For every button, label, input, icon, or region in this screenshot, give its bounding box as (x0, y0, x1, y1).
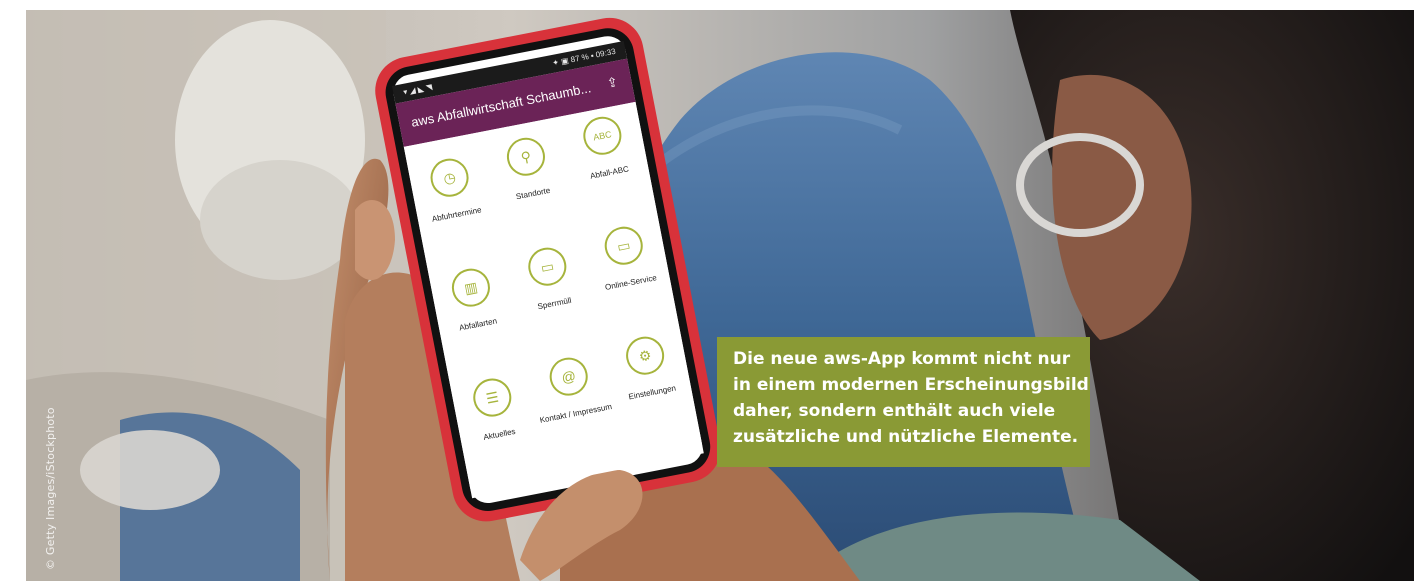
caption-line: Die neue aws-App kommt nicht nur (733, 349, 1071, 369)
tile-standorte[interactable]: ⚲ Standorte (484, 131, 572, 207)
news-icon: ☰ (470, 375, 515, 420)
tile-label: Abfallarten (458, 316, 498, 333)
gear-icon: ⚙ (622, 333, 668, 378)
share-icon[interactable]: ⇪ (602, 72, 623, 93)
photo-credit: © Getty Images/iStockphoto (44, 407, 57, 570)
clock-icon: ◷ (427, 155, 472, 200)
abc-icon: ABC (580, 113, 625, 159)
tile-abfall-abc[interactable]: ABC Abfall-ABC (560, 110, 648, 186)
trash-bin-icon: ▥ (448, 265, 494, 310)
tile-sperrmuell[interactable]: ▭ Sperrmüll (505, 241, 593, 317)
tile-label: Standorte (515, 185, 551, 202)
tile-label: Abfuhrtermine (431, 205, 483, 224)
tile-label: Sperrmüll (536, 295, 573, 312)
photo-scene: ▾ ◢ ◣ ◥ ✦ ▣ 87 % ▪ 09:33 aws Abfallwirts… (0, 0, 1420, 581)
tile-kontakt-impressum[interactable]: @ Kontakt / Impressum (527, 351, 615, 427)
tile-einstellungen[interactable]: ⚙ Einstellungen (603, 330, 691, 406)
caption-box: Die neue aws-App kommt nicht nur in eine… (717, 337, 1090, 467)
location-pin-icon: ⚲ (503, 134, 549, 180)
tile-aktuelles[interactable]: ☰ Aktuelles (450, 371, 538, 447)
sofa-icon: ▭ (525, 244, 570, 289)
caption-line: daher, sondern enthält auch viele (733, 401, 1056, 421)
tile-label: Online-Service (604, 273, 658, 292)
tile-label: Abfall-ABC (589, 164, 630, 181)
tile-label: Aktuelles (482, 426, 517, 442)
at-icon: @ (546, 354, 591, 399)
caption-line: zusätzliche und nützliche Elemente. (733, 427, 1079, 447)
status-left: ▾ ◢ ◣ ◥ (402, 82, 433, 97)
caption-line: in einem modernen Erscheinungsbild (733, 375, 1089, 395)
laptop-icon: ▭ (601, 223, 647, 268)
tile-online-service[interactable]: ▭ Online-Service (582, 220, 670, 296)
tile-label: Kontakt / Impressum (538, 402, 613, 425)
tile-abfallarten[interactable]: ▥ Abfallarten (429, 262, 517, 338)
tile-label: Einstellungen (627, 383, 677, 402)
background-photo (0, 0, 1420, 581)
tile-abfuhrtermine[interactable]: ◷ Abfuhrtermine (408, 152, 496, 228)
